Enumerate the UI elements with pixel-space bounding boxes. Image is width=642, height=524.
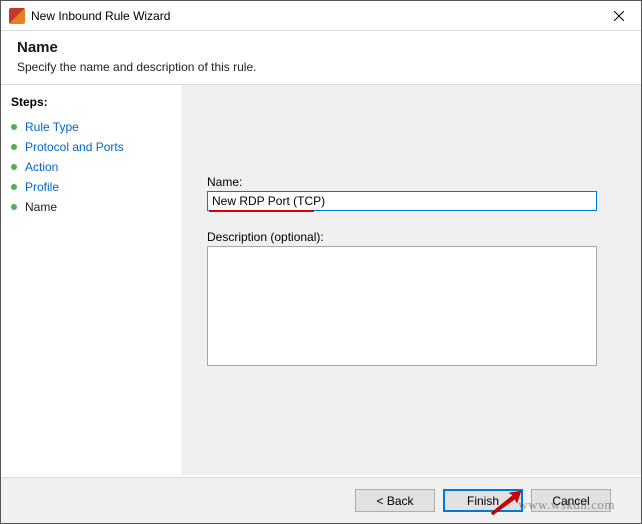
- description-label: Description (optional):: [207, 230, 597, 244]
- description-input[interactable]: [207, 246, 597, 366]
- bullet-icon: [11, 184, 17, 190]
- wizard-footer: < Back Finish Cancel: [1, 477, 641, 523]
- step-protocol-ports[interactable]: Protocol and Ports: [7, 137, 175, 157]
- wizard-body: Steps: Rule Type Protocol and Ports Acti…: [1, 85, 641, 475]
- name-label: Name:: [207, 175, 597, 189]
- step-label: Action: [25, 160, 58, 174]
- page-title: Name: [17, 39, 625, 56]
- step-label: Profile: [25, 180, 59, 194]
- bullet-icon: [11, 204, 17, 210]
- steps-heading: Steps:: [7, 95, 175, 109]
- bullet-icon: [11, 144, 17, 150]
- steps-sidebar: Steps: Rule Type Protocol and Ports Acti…: [1, 85, 181, 475]
- window-title: New Inbound Rule Wizard: [31, 9, 596, 23]
- close-button[interactable]: [596, 1, 641, 31]
- step-rule-type[interactable]: Rule Type: [7, 117, 175, 137]
- bullet-icon: [11, 164, 17, 170]
- firewall-icon: [9, 8, 25, 24]
- step-name[interactable]: Name: [7, 197, 175, 217]
- step-action[interactable]: Action: [7, 157, 175, 177]
- wizard-content: Name: Description (optional):: [181, 85, 641, 475]
- close-icon: [614, 11, 624, 21]
- page-subtitle: Specify the name and description of this…: [17, 60, 625, 74]
- bullet-icon: [11, 124, 17, 130]
- back-button[interactable]: < Back: [355, 489, 435, 512]
- name-input[interactable]: [207, 191, 597, 211]
- step-label: Rule Type: [25, 120, 79, 134]
- spellcheck-underline: [209, 210, 314, 212]
- titlebar: New Inbound Rule Wizard: [1, 1, 641, 31]
- step-profile[interactable]: Profile: [7, 177, 175, 197]
- step-label: Name: [25, 200, 57, 214]
- wizard-header: Name Specify the name and description of…: [1, 31, 641, 85]
- step-label: Protocol and Ports: [25, 140, 124, 154]
- cancel-button[interactable]: Cancel: [531, 489, 611, 512]
- finish-button[interactable]: Finish: [443, 489, 523, 512]
